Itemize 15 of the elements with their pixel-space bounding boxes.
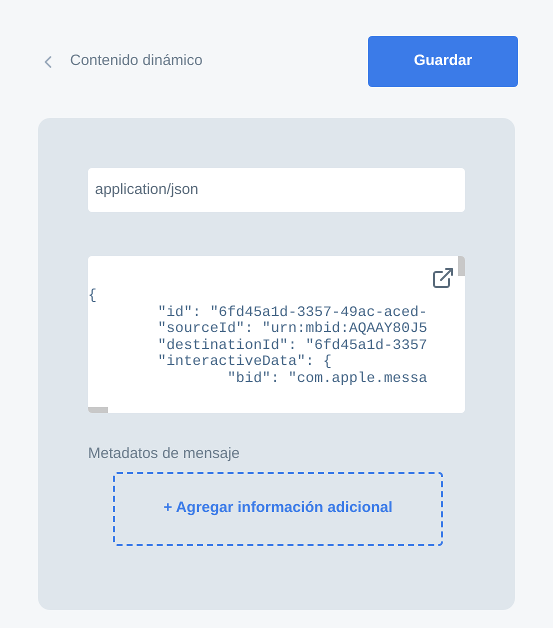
metadata-label: Metadatos de mensaje (88, 444, 241, 464)
open-external-icon[interactable] (431, 266, 455, 290)
code-line: "bid": "com.apple.messa (226, 370, 428, 387)
content-type-field[interactable]: application/json (88, 168, 465, 212)
scrollbar-thumb (458, 256, 465, 276)
back-link[interactable]: Contenido dinámico (38, 50, 203, 73)
save-button[interactable]: Guardar (368, 36, 518, 87)
code-line: "destinationId": "6fd45a1d-3357 (156, 338, 428, 354)
code-line: "id": "6fd45a1d-3357-49ac-aced- (156, 304, 428, 321)
add-info-button[interactable]: + Agregar información adicional (113, 472, 443, 546)
scrollbar-thumb (88, 407, 108, 413)
code-editor[interactable]: { "id": "6fd45a1d-3357-49ac-aced- "sourceId": "urn:mbid:AQAAY80J5 "destinationId": "6fd45a1d-3357 "interactiveData": { "bid": "com.apple.messa (88, 256, 465, 413)
code-line: "sourceId": "urn:mbid:AQAAY80J5 (156, 321, 428, 338)
code-line: { (88, 288, 98, 304)
code-line: "interactiveData": { (156, 354, 333, 370)
